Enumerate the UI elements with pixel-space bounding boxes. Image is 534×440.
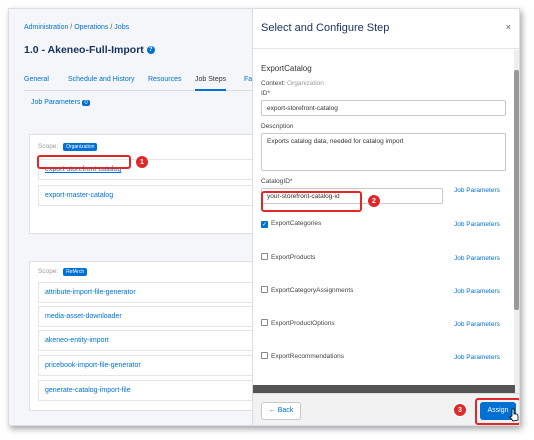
page-title-text: 1.0 - Akeneo-Full-Import <box>24 44 144 56</box>
checkbox-icon <box>261 319 268 326</box>
checkbox-label: ExportProductOptions <box>271 320 335 327</box>
flow-panel-organization: Scope: Organization export-storefront-ca… <box>29 134 269 234</box>
tab-resources[interactable]: Resources <box>148 76 181 83</box>
context-label: Context: <box>261 80 286 87</box>
step-row[interactable]: attribute-import-file-generator <box>38 282 262 303</box>
catalogid-label: CatalogID* <box>261 178 293 185</box>
tab-job-steps[interactable]: Job Steps <box>195 76 227 91</box>
breadcrumb-jobs[interactable]: Jobs <box>114 24 129 31</box>
modal-header: Select and Configure Step <box>253 9 519 49</box>
job-parameters-link[interactable]: Job Parameters 0 <box>31 99 90 106</box>
tab-truncated[interactable]: Fa <box>244 76 252 83</box>
back-label: Back <box>277 407 294 414</box>
checkbox-checked-icon: ✓ <box>261 221 268 228</box>
step-row[interactable]: media-asset-downloader <box>38 306 262 327</box>
back-button[interactable]: ← Back <box>261 402 301 420</box>
description-label: Description <box>261 123 294 130</box>
checkbox-export-categories[interactable]: ✓ ExportCategories <box>261 220 321 228</box>
page-title: 1.0 - Akeneo-Full-Import ? <box>24 44 155 56</box>
highlight-box-3 <box>475 398 519 425</box>
checkbox-export-product-options[interactable]: ExportProductOptions <box>261 319 335 327</box>
checkbox-export-products[interactable]: ExportProducts <box>261 253 315 261</box>
breadcrumb-operations[interactable]: Operations <box>74 24 108 31</box>
footer-divider <box>253 385 515 393</box>
checkbox-label: ExportRecommendations <box>271 353 344 360</box>
scope-label: Scope: RefArch <box>38 268 88 276</box>
modal-title: Select and Configure Step <box>261 22 390 34</box>
flow-panel-refarch: Scope: RefArch attribute-import-file-gen… <box>29 261 269 411</box>
step-row[interactable]: pricebook-import-file-generator <box>38 355 262 376</box>
context-line: Context: Organization <box>261 80 324 87</box>
step-row[interactable]: akeneo-entity-import <box>38 330 262 351</box>
scope-text: Scope: <box>38 268 59 275</box>
step-row[interactable]: generate-catalog-import-file <box>38 380 262 401</box>
scope-badge: Organization <box>63 143 98 151</box>
checkbox-export-recommendations[interactable]: ExportRecommendations <box>261 352 344 360</box>
highlight-box-2 <box>261 191 362 212</box>
help-icon[interactable]: ? <box>146 46 155 54</box>
breadcrumb: Administration / Operations / Jobs <box>24 24 130 31</box>
step-marker-3: 3 <box>453 403 467 417</box>
id-field[interactable]: export-storefront-catalog <box>261 100 506 116</box>
job-parameters-link[interactable]: Job Parameters <box>454 354 500 361</box>
job-parameters-link[interactable]: Job Parameters <box>454 321 500 328</box>
description-field[interactable]: Exports catalog data, needed for catalog… <box>261 133 506 171</box>
checkbox-icon <box>261 352 268 359</box>
step-name: ExportCatalog <box>261 64 312 73</box>
highlight-box-1 <box>37 155 131 169</box>
id-label: ID* <box>261 90 271 97</box>
job-parameters-link[interactable]: Job Parameters <box>454 255 500 262</box>
job-parameters-label: Job Parameters <box>31 99 81 106</box>
checkbox-label: ExportCategoryAssignments <box>271 287 354 294</box>
job-parameters-link[interactable]: Job Parameters <box>454 187 500 194</box>
step-row[interactable]: export-master-catalog <box>38 185 262 206</box>
checkbox-icon <box>261 253 268 260</box>
scrollbar-thumb[interactable] <box>514 70 519 310</box>
step-marker-2: 2 <box>367 194 381 208</box>
scope-text: Scope: <box>38 143 59 150</box>
chevron-left-icon: ← <box>268 407 276 414</box>
job-parameters-count: 0 <box>82 100 90 106</box>
screenshot-frame: Administration / Operations / Jobs 1.0 -… <box>8 8 520 426</box>
scope-label: Scope: Organization <box>38 143 98 151</box>
configure-step-modal: Select and Configure Step × ExportCatalo… <box>252 9 519 425</box>
step-marker-1: 1 <box>135 155 149 169</box>
scrollbar[interactable] <box>514 50 519 393</box>
breadcrumb-administration[interactable]: Administration <box>24 24 68 31</box>
job-parameters-link[interactable]: Job Parameters <box>454 221 500 228</box>
checkbox-label: ExportCategories <box>271 220 322 227</box>
checkbox-label: ExportProducts <box>271 254 316 261</box>
close-icon[interactable]: × <box>506 22 511 32</box>
tab-schedule-history[interactable]: Schedule and History <box>68 76 135 83</box>
scope-badge: RefArch <box>63 268 88 276</box>
modal-body: ExportCatalog Context: Organization ID* … <box>253 50 515 393</box>
checkbox-icon <box>261 286 268 293</box>
checkbox-export-category-assignments[interactable]: ExportCategoryAssignments <box>261 286 353 294</box>
context-value: Organization <box>287 80 324 87</box>
tab-general[interactable]: General <box>24 76 49 83</box>
job-parameters-link[interactable]: Job Parameters <box>454 288 500 295</box>
